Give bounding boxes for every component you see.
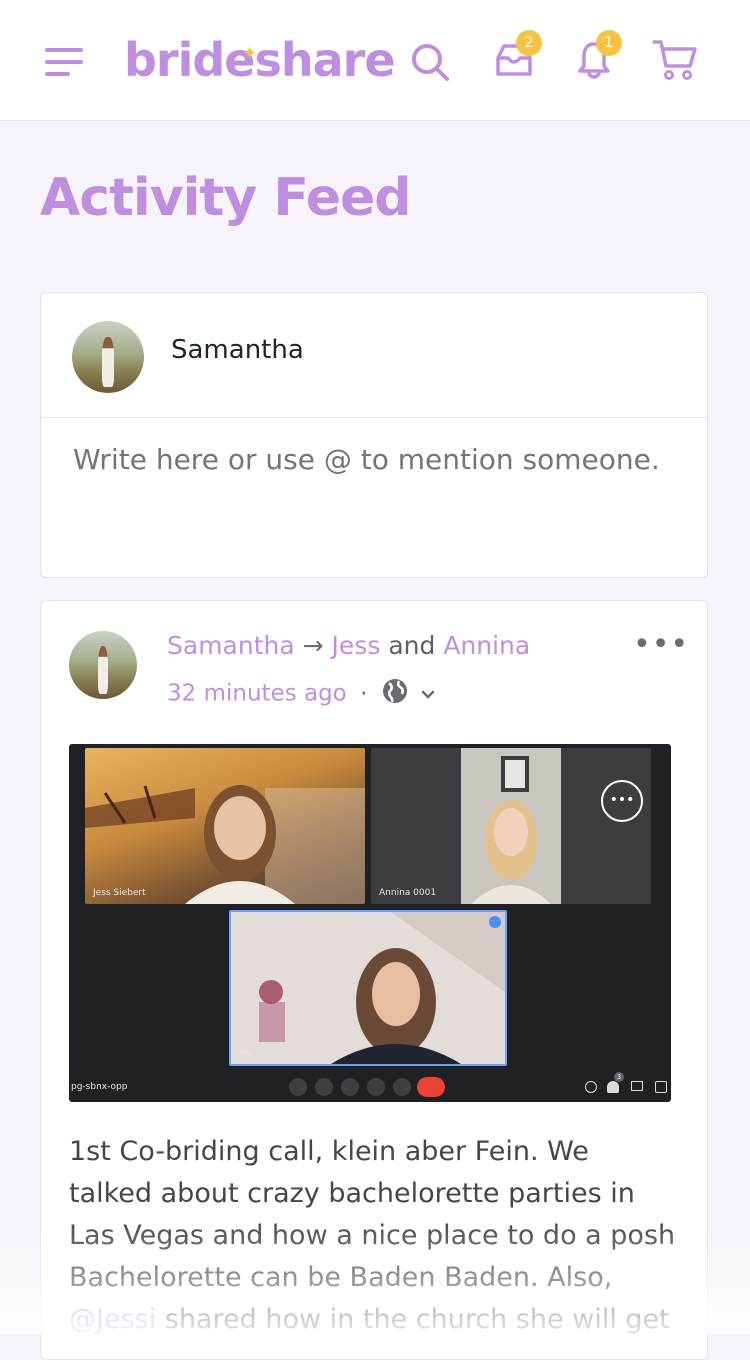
avatar[interactable] xyxy=(72,321,144,393)
logo-text: brideshare xyxy=(124,33,396,87)
captions-icon[interactable] xyxy=(341,1078,359,1096)
chat-icon[interactable] xyxy=(631,1081,643,1091)
recipient-link-jess[interactable]: Jess xyxy=(332,631,381,660)
tile-name-label: Annina 0001 xyxy=(379,888,437,898)
video-tile-jess: Jess Siebert xyxy=(85,748,365,904)
post-image-video-call[interactable]: Jess Siebert Annina 0001 ••• You pg-sbnx… xyxy=(69,744,671,1102)
post-author-link[interactable]: Samantha xyxy=(167,631,295,660)
participants-count-badge: 3 xyxy=(614,1072,624,1082)
cart-icon[interactable] xyxy=(652,38,698,82)
inbox-badge: 2 xyxy=(516,30,542,56)
post-text-part: 1st Co-briding call, klein aber Fein. We… xyxy=(69,1136,676,1293)
tile-name-label: You xyxy=(237,1048,253,1058)
recipient-link-annina[interactable]: Annina xyxy=(443,631,530,660)
end-call-icon[interactable] xyxy=(417,1077,445,1097)
activities-icon[interactable] xyxy=(655,1081,667,1093)
tile-name-label: Jess Siebert xyxy=(93,888,146,898)
activity-post: Samantha → Jess and Annina 32 minutes ag… xyxy=(40,600,708,1360)
mic-icon[interactable] xyxy=(289,1078,307,1096)
menu-icon[interactable] xyxy=(44,44,84,80)
chevron-down-icon[interactable] xyxy=(420,681,436,707)
page-title: Activity Feed xyxy=(40,168,411,228)
post-input[interactable] xyxy=(73,443,683,476)
meta-separator: · xyxy=(360,680,368,707)
present-icon[interactable] xyxy=(367,1078,385,1096)
post-composer: Samantha xyxy=(40,292,708,578)
search-icon[interactable] xyxy=(410,42,450,82)
people-icon[interactable] xyxy=(607,1081,619,1093)
post-body: 1st Co-briding call, klein aber Fein. We… xyxy=(69,1131,679,1341)
notifications-badge: 1 xyxy=(596,30,622,56)
info-icon[interactable] xyxy=(585,1081,597,1093)
top-navigation-bar: brideshare ✦ 2 1 xyxy=(0,0,750,121)
post-timestamp[interactable]: 32 minutes ago xyxy=(167,681,347,707)
meeting-code: pg-sbnx-opp xyxy=(71,1082,128,1092)
more-options-icon[interactable]: ••• xyxy=(633,630,689,660)
video-tile-you: You xyxy=(229,910,507,1066)
tile-options-dot-icon[interactable] xyxy=(489,916,501,928)
composer-header: Samantha xyxy=(41,293,707,418)
sparkle-icon: ✦ xyxy=(242,43,257,64)
post-meta: 32 minutes ago · xyxy=(167,677,436,711)
post-header-line: Samantha → Jess and Annina xyxy=(167,631,530,660)
brideshare-logo[interactable]: brideshare ✦ xyxy=(124,30,396,90)
conjunction-text: and xyxy=(388,631,436,660)
tile-more-options-icon[interactable]: ••• xyxy=(601,780,643,822)
video-tile-annina: Annina 0001 ••• xyxy=(371,748,651,904)
avatar[interactable] xyxy=(69,631,137,699)
arrow-right-icon: → xyxy=(302,631,324,660)
composer-author-name: Samantha xyxy=(171,335,304,365)
camera-icon[interactable] xyxy=(315,1078,333,1096)
mention-link[interactable]: @Jessi xyxy=(69,1304,156,1335)
globe-icon[interactable] xyxy=(381,677,409,711)
more-options-icon[interactable] xyxy=(393,1078,411,1096)
post-text-part: shared how in the church she will get xyxy=(156,1304,670,1335)
